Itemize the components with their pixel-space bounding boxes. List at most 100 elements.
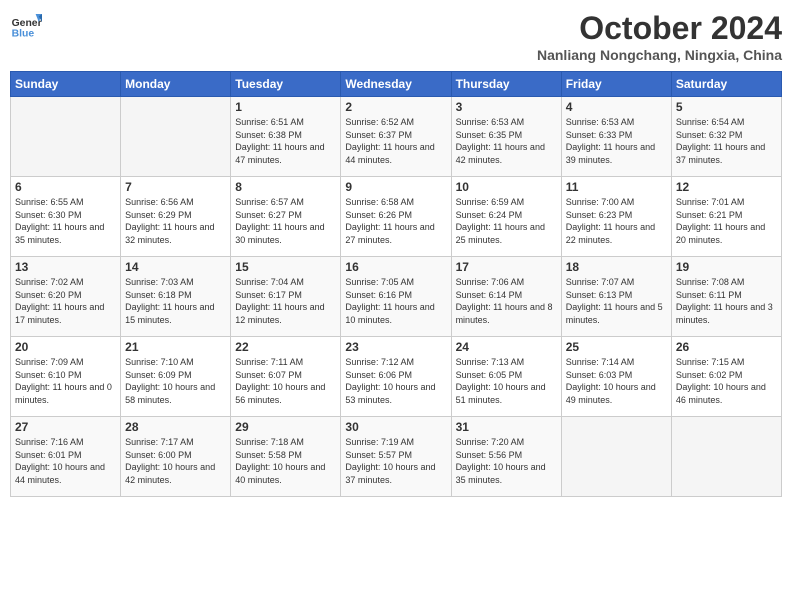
day-info: Sunrise: 7:08 AM Sunset: 6:11 PM Dayligh… — [676, 276, 777, 326]
day-info: Sunrise: 7:09 AM Sunset: 6:10 PM Dayligh… — [15, 356, 116, 406]
day-info: Sunrise: 6:53 AM Sunset: 6:33 PM Dayligh… — [566, 116, 667, 166]
day-number: 18 — [566, 260, 667, 274]
calendar-cell: 12 Sunrise: 7:01 AM Sunset: 6:21 PM Dayli… — [671, 177, 781, 257]
day-number: 30 — [345, 420, 446, 434]
day-info: Sunrise: 7:00 AM Sunset: 6:23 PM Dayligh… — [566, 196, 667, 246]
day-number: 15 — [235, 260, 336, 274]
svg-text:Blue: Blue — [12, 28, 35, 39]
header-row: SundayMondayTuesdayWednesdayThursdayFrid… — [11, 72, 782, 97]
day-info: Sunrise: 7:05 AM Sunset: 6:16 PM Dayligh… — [345, 276, 446, 326]
day-number: 13 — [15, 260, 116, 274]
calendar-cell: 5 Sunrise: 6:54 AM Sunset: 6:32 PM Daylig… — [671, 97, 781, 177]
logo-icon: General Blue — [10, 10, 42, 42]
day-number: 6 — [15, 180, 116, 194]
month-title: October 2024 — [537, 10, 782, 47]
week-row-3: 13Sunrise: 7:02 AM Sunset: 6:20 PM Dayli… — [11, 257, 782, 337]
day-info: Sunrise: 7:10 AM Sunset: 6:09 PM Dayligh… — [125, 356, 226, 406]
column-header-friday: Friday — [561, 72, 671, 97]
day-info: Sunrise: 7:12 AM Sunset: 6:06 PM Dayligh… — [345, 356, 446, 406]
day-info: Sunrise: 6:54 AM Sunset: 6:32 PM Dayligh… — [676, 116, 777, 166]
day-number: 17 — [456, 260, 557, 274]
day-number: 10 — [456, 180, 557, 194]
calendar-cell: 1Sunrise: 6:51 AM Sunset: 6:38 PM Daylig… — [231, 97, 341, 177]
page-header: General Blue October 2024 Nanliang Nongc… — [10, 10, 782, 63]
day-number: 1 — [235, 100, 336, 114]
calendar-cell: 2 Sunrise: 6:52 AM Sunset: 6:37 PM Daylig… — [341, 97, 451, 177]
logo: General Blue — [10, 10, 42, 42]
calendar-cell: 28 Sunrise: 7:17 AM Sunset: 6:00 PM Dayli… — [121, 417, 231, 497]
day-number: 20 — [15, 340, 116, 354]
calendar-cell: 27 Sunrise: 7:16 AM Sunset: 6:01 PM Dayli… — [11, 417, 121, 497]
calendar-cell: 15 Sunrise: 7:04 AM Sunset: 6:17 PM Dayli… — [231, 257, 341, 337]
calendar-cell: 20 Sunrise: 7:09 AM Sunset: 6:10 PM Dayli… — [11, 337, 121, 417]
calendar-cell: 24 Sunrise: 7:13 AM Sunset: 6:05 PM Dayli… — [451, 337, 561, 417]
week-row-4: 20 Sunrise: 7:09 AM Sunset: 6:10 PM Dayli… — [11, 337, 782, 417]
column-header-saturday: Saturday — [671, 72, 781, 97]
calendar-table: SundayMondayTuesdayWednesdayThursdayFrid… — [10, 71, 782, 497]
day-info: Sunrise: 7:18 AM Sunset: 5:58 PM Dayligh… — [235, 436, 336, 486]
day-number: 16 — [345, 260, 446, 274]
week-row-2: 6 Sunrise: 6:55 AM Sunset: 6:30 PM Daylig… — [11, 177, 782, 257]
day-info: Sunrise: 7:04 AM Sunset: 6:17 PM Dayligh… — [235, 276, 336, 326]
column-header-wednesday: Wednesday — [341, 72, 451, 97]
day-info: Sunrise: 7:11 AM Sunset: 6:07 PM Dayligh… — [235, 356, 336, 406]
day-number: 29 — [235, 420, 336, 434]
day-info: Sunrise: 7:01 AM Sunset: 6:21 PM Dayligh… — [676, 196, 777, 246]
calendar-cell: 4 Sunrise: 6:53 AM Sunset: 6:33 PM Daylig… — [561, 97, 671, 177]
column-header-tuesday: Tuesday — [231, 72, 341, 97]
day-number: 19 — [676, 260, 777, 274]
calendar-cell: 25Sunrise: 7:14 AM Sunset: 6:03 PM Dayli… — [561, 337, 671, 417]
day-number: 11 — [566, 180, 667, 194]
calendar-cell: 30Sunrise: 7:19 AM Sunset: 5:57 PM Dayli… — [341, 417, 451, 497]
column-header-thursday: Thursday — [451, 72, 561, 97]
day-info: Sunrise: 7:17 AM Sunset: 6:00 PM Dayligh… — [125, 436, 226, 486]
day-number: 12 — [676, 180, 777, 194]
day-number: 3 — [456, 100, 557, 114]
day-info: Sunrise: 7:07 AM Sunset: 6:13 PM Dayligh… — [566, 276, 667, 326]
calendar-cell: 31Sunrise: 7:20 AM Sunset: 5:56 PM Dayli… — [451, 417, 561, 497]
day-info: Sunrise: 6:52 AM Sunset: 6:37 PM Dayligh… — [345, 116, 446, 166]
title-block: October 2024 Nanliang Nongchang, Ningxia… — [537, 10, 782, 63]
calendar-cell: 19 Sunrise: 7:08 AM Sunset: 6:11 PM Dayli… — [671, 257, 781, 337]
day-number: 24 — [456, 340, 557, 354]
day-info: Sunrise: 6:58 AM Sunset: 6:26 PM Dayligh… — [345, 196, 446, 246]
calendar-cell: 9Sunrise: 6:58 AM Sunset: 6:26 PM Daylig… — [341, 177, 451, 257]
calendar-cell: 21 Sunrise: 7:10 AM Sunset: 6:09 PM Dayli… — [121, 337, 231, 417]
calendar-cell: 8Sunrise: 6:57 AM Sunset: 6:27 PM Daylig… — [231, 177, 341, 257]
day-number: 25 — [566, 340, 667, 354]
day-number: 26 — [676, 340, 777, 354]
calendar-cell: 17Sunrise: 7:06 AM Sunset: 6:14 PM Dayli… — [451, 257, 561, 337]
calendar-cell: 6 Sunrise: 6:55 AM Sunset: 6:30 PM Daylig… — [11, 177, 121, 257]
day-number: 31 — [456, 420, 557, 434]
day-number: 27 — [15, 420, 116, 434]
day-number: 5 — [676, 100, 777, 114]
calendar-cell: 18 Sunrise: 7:07 AM Sunset: 6:13 PM Dayli… — [561, 257, 671, 337]
day-info: Sunrise: 6:55 AM Sunset: 6:30 PM Dayligh… — [15, 196, 116, 246]
day-info: Sunrise: 6:57 AM Sunset: 6:27 PM Dayligh… — [235, 196, 336, 246]
calendar-cell: 3 Sunrise: 6:53 AM Sunset: 6:35 PM Daylig… — [451, 97, 561, 177]
week-row-1: 1Sunrise: 6:51 AM Sunset: 6:38 PM Daylig… — [11, 97, 782, 177]
calendar-cell: 26Sunrise: 7:15 AM Sunset: 6:02 PM Dayli… — [671, 337, 781, 417]
day-info: Sunrise: 6:56 AM Sunset: 6:29 PM Dayligh… — [125, 196, 226, 246]
svg-text:General: General — [12, 18, 42, 29]
day-number: 22 — [235, 340, 336, 354]
column-header-monday: Monday — [121, 72, 231, 97]
calendar-cell: 16 Sunrise: 7:05 AM Sunset: 6:16 PM Dayli… — [341, 257, 451, 337]
calendar-cell: 29 Sunrise: 7:18 AM Sunset: 5:58 PM Dayli… — [231, 417, 341, 497]
day-number: 21 — [125, 340, 226, 354]
calendar-cell: 13Sunrise: 7:02 AM Sunset: 6:20 PM Dayli… — [11, 257, 121, 337]
location-subtitle: Nanliang Nongchang, Ningxia, China — [537, 47, 782, 63]
day-number: 4 — [566, 100, 667, 114]
day-number: 28 — [125, 420, 226, 434]
day-number: 7 — [125, 180, 226, 194]
day-number: 2 — [345, 100, 446, 114]
calendar-cell: 7 Sunrise: 6:56 AM Sunset: 6:29 PM Daylig… — [121, 177, 231, 257]
calendar-cell: 10 Sunrise: 6:59 AM Sunset: 6:24 PM Dayli… — [451, 177, 561, 257]
calendar-cell: 11 Sunrise: 7:00 AM Sunset: 6:23 PM Dayli… — [561, 177, 671, 257]
calendar-cell — [121, 97, 231, 177]
calendar-cell — [671, 417, 781, 497]
day-info: Sunrise: 6:59 AM Sunset: 6:24 PM Dayligh… — [456, 196, 557, 246]
day-info: Sunrise: 7:13 AM Sunset: 6:05 PM Dayligh… — [456, 356, 557, 406]
day-info: Sunrise: 7:16 AM Sunset: 6:01 PM Dayligh… — [15, 436, 116, 486]
day-info: Sunrise: 6:53 AM Sunset: 6:35 PM Dayligh… — [456, 116, 557, 166]
